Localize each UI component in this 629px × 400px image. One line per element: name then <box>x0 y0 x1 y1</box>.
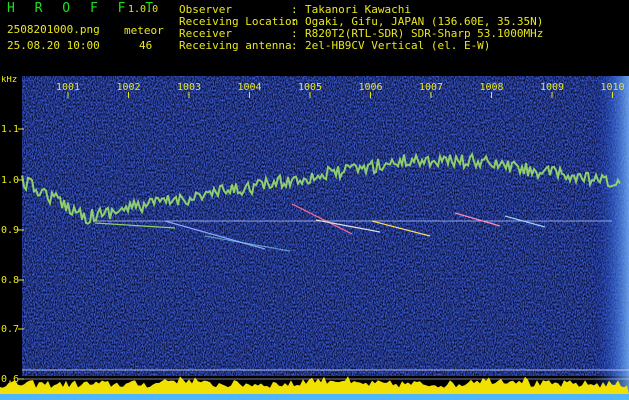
bottom-strip <box>0 394 629 400</box>
x-tick-label: 1007 <box>419 82 443 93</box>
x-tick-label: 1009 <box>540 82 564 93</box>
header-panel: H R O F F T 1.0.0 2508201000.png 25.08.2… <box>0 0 629 76</box>
x-tick-label: 1002 <box>116 82 140 93</box>
spectrogram-panel: kHz 1001 1002 1003 1004 1005 1006 1007 1008 1009… <box>0 76 629 400</box>
y-tick-label: 0.9 <box>1 225 19 236</box>
x-tick-label: 1006 <box>358 82 382 93</box>
meteor-count: 46 <box>139 39 153 52</box>
x-tick-label: 1010 <box>600 82 624 93</box>
y-tick-label: 0.8 <box>1 275 19 286</box>
y-tick-label: 1.1 <box>1 124 19 135</box>
y-tick-label: 1.0 <box>1 175 19 186</box>
app-version: 1.0.0 <box>128 4 159 15</box>
file-name: 2508201000.png <box>7 23 100 36</box>
x-tick-label: 1001 <box>56 82 80 93</box>
file-datetime: 25.08.20 10:00 <box>7 39 100 52</box>
x-tick-label: 1003 <box>177 82 201 93</box>
x-tick-label: 1008 <box>479 82 503 93</box>
x-tick-label: 1004 <box>237 82 261 93</box>
info-value-antenna: 2el-HB9CV Vertical (el. E-W) <box>305 39 491 52</box>
noise-texture <box>22 76 629 376</box>
info-colon: : <box>291 39 298 52</box>
meteor-label: meteor <box>124 24 164 37</box>
unit-label: kHz <box>1 76 17 85</box>
y-tick-label: 0.7 <box>1 324 19 335</box>
info-label-antenna: Receiving antenna <box>179 39 292 52</box>
right-edge-band <box>590 76 629 400</box>
x-tick-label: 1005 <box>298 82 322 93</box>
